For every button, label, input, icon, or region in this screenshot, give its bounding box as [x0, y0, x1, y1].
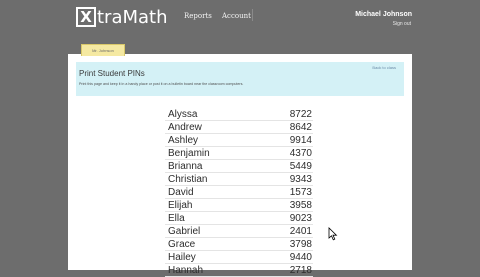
table-row: Ella 9023 — [165, 212, 313, 225]
student-name: Gabriel — [168, 225, 201, 237]
xtramath-logo[interactable]: X traMath — [76, 6, 168, 28]
table-row: Benjamin 4370 — [165, 147, 313, 160]
student-name: Elijah — [168, 199, 193, 211]
student-pin: 8642 — [289, 121, 312, 133]
student-name: Ashley — [168, 134, 199, 146]
table-row: Gabriel 2401 — [165, 225, 313, 238]
nav-reports-link[interactable]: Reports — [184, 12, 212, 20]
student-pin: 2401 — [289, 225, 312, 237]
back-to-class-link[interactable]: Back to class — [372, 65, 396, 70]
nav-divider — [252, 9, 253, 21]
info-banner: Print Student PINs Print this page and k… — [76, 62, 404, 96]
student-pin: 9440 — [289, 251, 312, 263]
student-pin: 4370 — [289, 147, 312, 159]
student-name: Ella — [168, 212, 185, 224]
student-pin: 8722 — [289, 108, 312, 120]
student-name: Christian — [168, 173, 208, 185]
banner-description: Print this page and keep it in a handy p… — [79, 82, 244, 86]
student-name: David — [168, 186, 194, 198]
table-row: Elijah 3958 — [165, 199, 313, 212]
table-row: Hailey 9440 — [165, 251, 313, 264]
mouse-cursor-icon — [328, 227, 338, 241]
user-name: Michael Johnson — [355, 11, 412, 18]
student-name: Alyssa — [168, 108, 198, 120]
page-title: Print Student PINs — [79, 69, 145, 78]
student-pin: 2718 — [289, 264, 312, 276]
nav-account-link[interactable]: Account — [222, 12, 251, 20]
student-pin: 3798 — [289, 238, 312, 250]
table-row: Andrew 8642 — [165, 121, 313, 134]
table-row: Alyssa 8722 — [165, 108, 313, 121]
student-pin: 9023 — [289, 212, 312, 224]
table-row: David 1573 — [165, 186, 313, 199]
table-row: Hannah 2718 — [165, 264, 313, 277]
student-pin: 9914 — [289, 134, 312, 146]
student-name: Grace — [168, 238, 196, 250]
student-name: Benjamin — [168, 147, 210, 159]
student-pin: 9343 — [289, 173, 312, 185]
sign-out-link[interactable]: Sign out — [393, 21, 411, 27]
student-pin: 1573 — [289, 186, 312, 198]
main-content: Mr. Johnson Print Student PINs Print thi… — [68, 44, 412, 277]
table-row: Grace 3798 — [165, 238, 313, 251]
student-pin: 5449 — [289, 160, 312, 172]
logo-text: traMath — [97, 6, 168, 28]
table-row: Brianna 5449 — [165, 160, 313, 173]
pin-table: Alyssa 8722 Andrew 8642 Ashley 9914 Benjami… — [165, 108, 313, 277]
logo-x-icon: X — [76, 7, 96, 27]
top-bar: X traMath Reports Account Michael Johnso… — [0, 0, 480, 46]
student-name: Brianna — [168, 160, 203, 172]
student-name: Hailey — [168, 251, 196, 263]
table-row: Ashley 9914 — [165, 134, 313, 147]
class-tab[interactable]: Mr. Johnson — [81, 44, 125, 56]
student-name: Andrew — [168, 121, 202, 133]
student-name: Hannah — [168, 264, 204, 276]
table-row: Christian 9343 — [165, 173, 313, 186]
student-pin: 3958 — [289, 199, 312, 211]
